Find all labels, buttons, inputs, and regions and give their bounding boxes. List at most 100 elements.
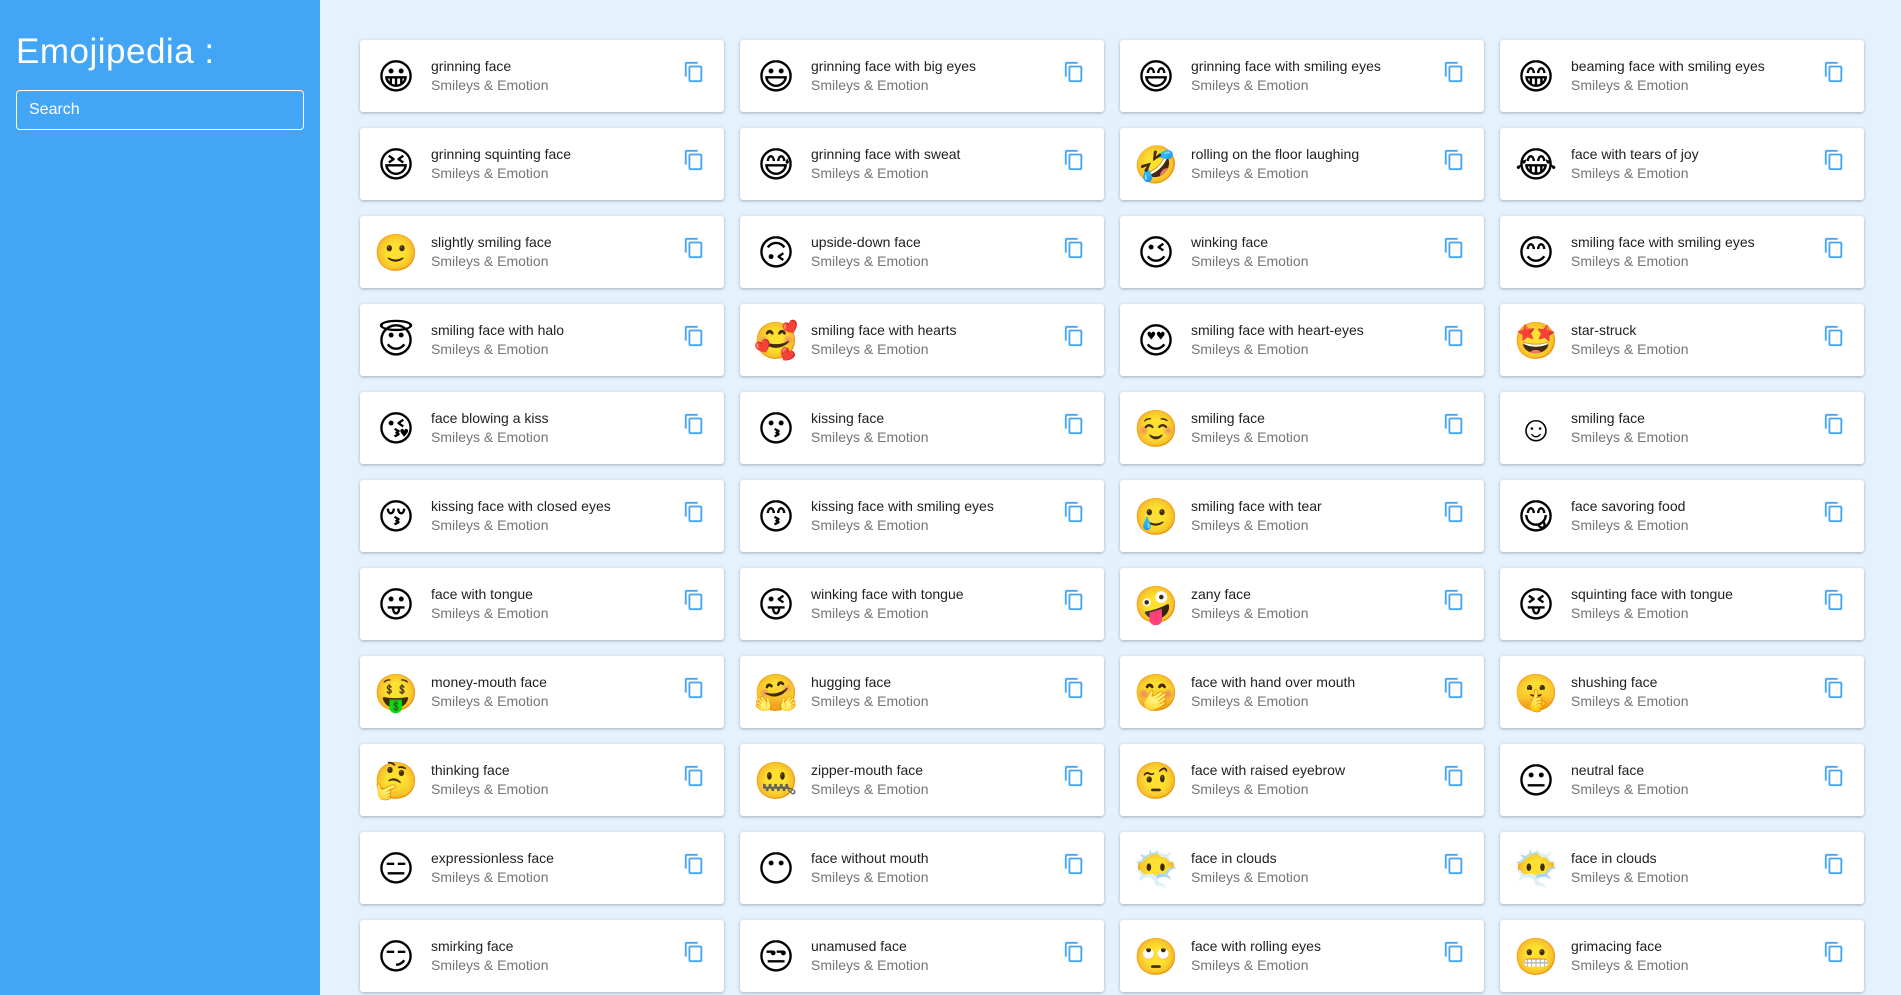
emoji-card[interactable]: 😂 face with tears of joy Smileys & Emoti…	[1500, 128, 1864, 200]
copy-icon[interactable]	[1820, 586, 1848, 614]
emoji-name: smirking face	[431, 938, 514, 954]
copy-icon[interactable]	[1060, 674, 1088, 702]
copy-icon[interactable]	[1820, 410, 1848, 438]
emoji-card[interactable]: 🤑 money-mouth face Smileys & Emotion	[360, 656, 724, 728]
copy-icon[interactable]	[1440, 498, 1468, 526]
emoji-card[interactable]: 🤗 hugging face Smileys & Emotion	[740, 656, 1104, 728]
emoji-card[interactable]: 😏 smirking face Smileys & Emotion	[360, 920, 724, 992]
copy-icon[interactable]	[1060, 322, 1088, 350]
copy-icon[interactable]	[1060, 850, 1088, 878]
emoji-card[interactable]: 😜 winking face with tongue Smileys & Emo…	[740, 568, 1104, 640]
copy-icon[interactable]	[1060, 498, 1088, 526]
emoji-card[interactable]: ☺ smiling face Smileys & Emotion	[1500, 392, 1864, 464]
emoji-card[interactable]: 🤫 shushing face Smileys & Emotion	[1500, 656, 1864, 728]
copy-icon[interactable]	[1440, 146, 1468, 174]
copy-icon[interactable]	[680, 762, 708, 790]
copy-icon[interactable]	[1440, 234, 1468, 262]
emoji-info: kissing face with smiling eyes Smileys &…	[811, 497, 1051, 535]
copy-icon[interactable]	[680, 410, 708, 438]
emoji-category: Smileys & Emotion	[1191, 341, 1309, 357]
emoji-card[interactable]: 🥰 smiling face with hearts Smileys & Emo…	[740, 304, 1104, 376]
copy-icon[interactable]	[1060, 762, 1088, 790]
emoji-card[interactable]: 🤣 rolling on the floor laughing Smileys …	[1120, 128, 1484, 200]
emoji-card[interactable]: 😙 kissing face with smiling eyes Smileys…	[740, 480, 1104, 552]
emoji-card[interactable]: 🤨 face with raised eyebrow Smileys & Emo…	[1120, 744, 1484, 816]
emoji-card[interactable]: 🤐 zipper-mouth face Smileys & Emotion	[740, 744, 1104, 816]
emoji-card[interactable]: 😝 squinting face with tongue Smileys & E…	[1500, 568, 1864, 640]
emoji-card[interactable]: 🤭 face with hand over mouth Smileys & Em…	[1120, 656, 1484, 728]
copy-icon[interactable]	[1820, 674, 1848, 702]
emoji-card[interactable]: 😅 grinning face with sweat Smileys & Emo…	[740, 128, 1104, 200]
copy-icon[interactable]	[680, 674, 708, 702]
emoji-info: smiling face Smileys & Emotion	[1571, 409, 1811, 447]
emoji-card[interactable]: 😶‍🌫 face in clouds Smileys & Emotion	[1500, 832, 1864, 904]
copy-icon[interactable]	[1820, 58, 1848, 86]
copy-icon[interactable]	[1820, 498, 1848, 526]
copy-icon[interactable]	[680, 938, 708, 966]
copy-icon[interactable]	[1060, 586, 1088, 614]
emoji-card[interactable]: 😆 grinning squinting face Smileys & Emot…	[360, 128, 724, 200]
emoji-card[interactable]: 😋 face savoring food Smileys & Emotion	[1500, 480, 1864, 552]
copy-icon[interactable]	[1060, 58, 1088, 86]
emoji-card[interactable]: 😒 unamused face Smileys & Emotion	[740, 920, 1104, 992]
emoji-card[interactable]: 😘 face blowing a kiss Smileys & Emotion	[360, 392, 724, 464]
emoji-card[interactable]: 🤩 star-struck Smileys & Emotion	[1500, 304, 1864, 376]
copy-icon[interactable]	[680, 586, 708, 614]
copy-icon[interactable]	[680, 234, 708, 262]
emoji-card[interactable]: 😀 grinning face Smileys & Emotion	[360, 40, 724, 112]
emoji-card[interactable]: 😉 winking face Smileys & Emotion	[1120, 216, 1484, 288]
copy-icon[interactable]	[1440, 58, 1468, 86]
copy-icon[interactable]	[1440, 762, 1468, 790]
emoji-info: smiling face with tear Smileys & Emotion	[1191, 497, 1431, 535]
copy-icon[interactable]	[680, 322, 708, 350]
copy-icon[interactable]	[680, 146, 708, 174]
copy-icon[interactable]	[1060, 146, 1088, 174]
emoji-card[interactable]: 🤪 zany face Smileys & Emotion	[1120, 568, 1484, 640]
copy-icon[interactable]	[1440, 850, 1468, 878]
copy-icon[interactable]	[1440, 586, 1468, 614]
copy-icon[interactable]	[1820, 322, 1848, 350]
emoji-name: kissing face with smiling eyes	[811, 498, 994, 514]
emoji-card[interactable]: 😗 kissing face Smileys & Emotion	[740, 392, 1104, 464]
emoji-card[interactable]: 🤔 thinking face Smileys & Emotion	[360, 744, 724, 816]
emoji-card[interactable]: ☺️ smiling face Smileys & Emotion	[1120, 392, 1484, 464]
emoji-card[interactable]: 🥲 smiling face with tear Smileys & Emoti…	[1120, 480, 1484, 552]
emoji-category: Smileys & Emotion	[1571, 517, 1689, 533]
emoji-name: grinning face with sweat	[811, 146, 961, 162]
emoji-card[interactable]: 😊 smiling face with smiling eyes Smileys…	[1500, 216, 1864, 288]
emoji-card[interactable]: 😁 beaming face with smiling eyes Smileys…	[1500, 40, 1864, 112]
emoji-card[interactable]: 😑 expressionless face Smileys & Emotion	[360, 832, 724, 904]
copy-icon[interactable]	[1440, 322, 1468, 350]
copy-icon[interactable]	[1820, 850, 1848, 878]
copy-icon[interactable]	[1820, 146, 1848, 174]
emoji-card[interactable]: 😍 smiling face with heart-eyes Smileys &…	[1120, 304, 1484, 376]
emoji-card[interactable]: 🙄 face with rolling eyes Smileys & Emoti…	[1120, 920, 1484, 992]
emoji-category: Smileys & Emotion	[1571, 693, 1689, 709]
emoji-card[interactable]: 😚 kissing face with closed eyes Smileys …	[360, 480, 724, 552]
emoji-card[interactable]: 😃 grinning face with big eyes Smileys & …	[740, 40, 1104, 112]
search-input[interactable]	[16, 90, 304, 130]
copy-icon[interactable]	[680, 498, 708, 526]
emoji-card[interactable]: 😶 face without mouth Smileys & Emotion	[740, 832, 1104, 904]
copy-icon[interactable]	[1060, 410, 1088, 438]
copy-icon[interactable]	[1820, 762, 1848, 790]
emoji-category: Smileys & Emotion	[811, 341, 929, 357]
copy-icon[interactable]	[680, 58, 708, 86]
emoji-card[interactable]: 🙃 upside-down face Smileys & Emotion	[740, 216, 1104, 288]
copy-icon[interactable]	[1440, 938, 1468, 966]
copy-icon[interactable]	[1440, 674, 1468, 702]
copy-icon[interactable]	[1440, 410, 1468, 438]
emoji-card[interactable]: 😛 face with tongue Smileys & Emotion	[360, 568, 724, 640]
emoji-card[interactable]: 😇 smiling face with halo Smileys & Emoti…	[360, 304, 724, 376]
emoji-card[interactable]: 🙂 slightly smiling face Smileys & Emotio…	[360, 216, 724, 288]
emoji-icon: 🤑	[373, 672, 419, 713]
copy-icon[interactable]	[1820, 234, 1848, 262]
copy-icon[interactable]	[1820, 938, 1848, 966]
emoji-card[interactable]: 😶‍🌫️ face in clouds Smileys & Emotion	[1120, 832, 1484, 904]
copy-icon[interactable]	[680, 850, 708, 878]
emoji-card[interactable]: 😐 neutral face Smileys & Emotion	[1500, 744, 1864, 816]
copy-icon[interactable]	[1060, 234, 1088, 262]
copy-icon[interactable]	[1060, 938, 1088, 966]
emoji-card[interactable]: 😬 grimacing face Smileys & Emotion	[1500, 920, 1864, 992]
emoji-card[interactable]: 😄 grinning face with smiling eyes Smiley…	[1120, 40, 1484, 112]
